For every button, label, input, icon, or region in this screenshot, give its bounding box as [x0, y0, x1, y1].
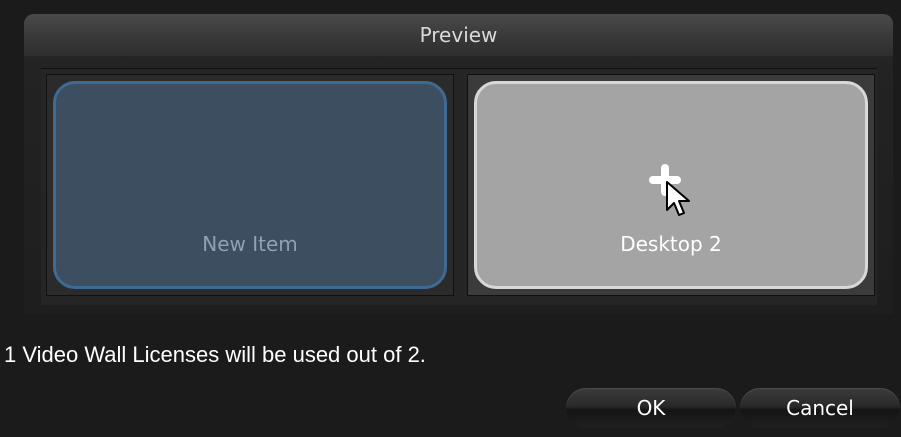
- wall-tile-placeholder[interactable]: New Item: [53, 81, 447, 289]
- wall-tile-new-item[interactable]: New Item: [46, 74, 454, 296]
- preview-panel: Preview New Item Desktop 2: [24, 14, 893, 314]
- wall-tile-label: New Item: [202, 232, 298, 256]
- move-cursor-icon: [649, 164, 690, 216]
- wall-tile-screen[interactable]: Desktop 2: [474, 81, 868, 289]
- video-wall-preview-dialog: Preview New Item Desktop 2 1 Video Wall …: [0, 0, 901, 437]
- ok-button[interactable]: OK: [566, 388, 736, 428]
- preview-title: Preview: [24, 14, 893, 56]
- license-usage-text: 1 Video Wall Licenses will be used out o…: [4, 342, 426, 367]
- wall-tile-label: Desktop 2: [620, 232, 722, 256]
- ok-button-label: OK: [636, 396, 666, 420]
- cancel-button-label: Cancel: [786, 396, 854, 420]
- video-wall-area: New Item Desktop 2: [41, 68, 877, 305]
- cancel-button[interactable]: Cancel: [740, 388, 900, 428]
- wall-tile-desktop-2[interactable]: Desktop 2: [467, 74, 875, 296]
